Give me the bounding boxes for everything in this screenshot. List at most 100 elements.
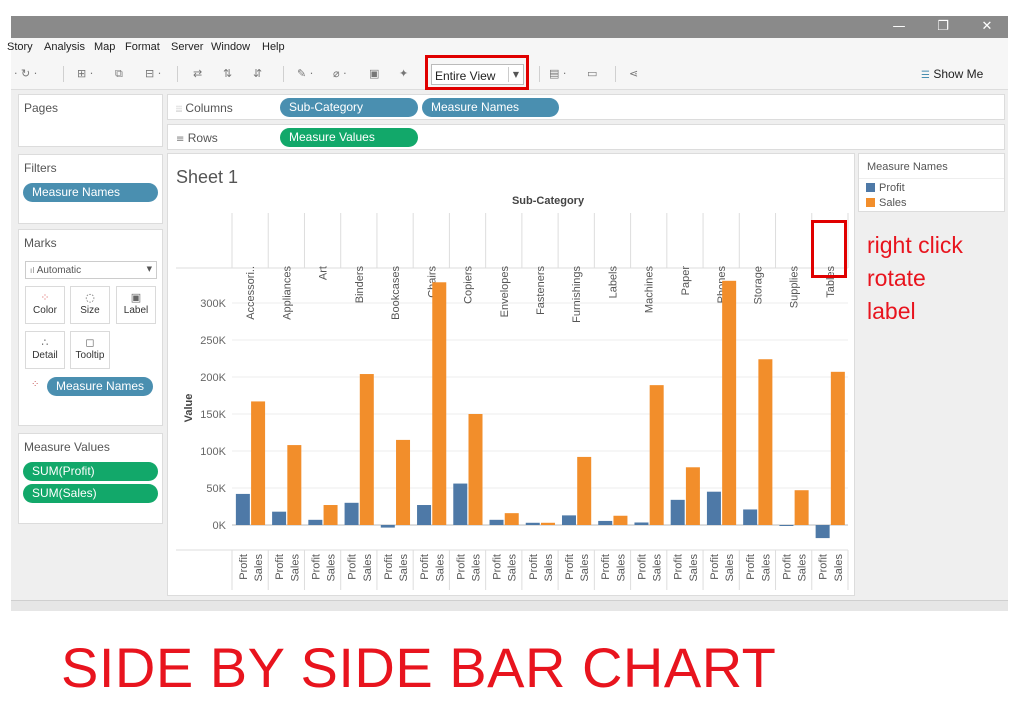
measure-label-sales-8: Sales xyxy=(543,554,555,582)
measure-label-sales-10: Sales xyxy=(615,554,627,582)
measure-label-sales-9: Sales xyxy=(579,554,591,582)
measure-label-profit-5: Profit xyxy=(419,554,431,580)
measure-label-sales-13: Sales xyxy=(724,554,736,582)
status-bar xyxy=(11,600,1008,611)
y-tick-label: 300K xyxy=(200,298,226,310)
measure-label-profit-13: Profit xyxy=(709,554,721,580)
tables-label-highlight-box xyxy=(811,220,847,278)
legend-card: Measure Names Profit Sales xyxy=(858,153,1005,212)
measure-label-sales-11: Sales xyxy=(652,554,664,582)
measure-label-sales-0: Sales xyxy=(253,554,265,582)
bar-sales-7 xyxy=(504,513,519,525)
bar-sales-4 xyxy=(396,439,411,525)
caption-title: SIDE BY SIDE BAR CHART xyxy=(61,636,777,699)
measure-label-sales-6: Sales xyxy=(471,554,483,582)
category-label-12: Paper xyxy=(680,266,692,296)
category-label-7: Envelopes xyxy=(499,266,511,318)
legend-label-profit: Profit xyxy=(879,182,905,194)
measure-label-profit-1: Profit xyxy=(274,554,286,580)
measure-label-sales-16: Sales xyxy=(833,554,845,582)
measure-label-profit-7: Profit xyxy=(492,554,504,580)
category-label-0: Accessori.. xyxy=(245,266,257,320)
bar-sales-14 xyxy=(758,359,773,525)
measure-label-sales-2: Sales xyxy=(326,554,338,582)
legend-swatch-sales xyxy=(866,198,875,207)
measure-label-profit-10: Profit xyxy=(600,554,612,580)
bar-sales-5 xyxy=(432,282,447,525)
legend-title: Measure Names xyxy=(867,161,948,173)
category-label-8: Fasteners xyxy=(535,266,547,315)
bar-sales-10 xyxy=(613,515,628,525)
bar-profit-5 xyxy=(417,505,432,525)
measure-label-profit-11: Profit xyxy=(636,554,648,580)
bar-profit-2 xyxy=(308,519,323,525)
measure-label-profit-8: Profit xyxy=(528,554,540,580)
measure-label-profit-14: Profit xyxy=(745,554,757,580)
bar-sales-16 xyxy=(830,371,845,525)
legend-swatch-profit xyxy=(866,183,875,192)
measure-label-profit-4: Profit xyxy=(383,554,395,580)
bar-sales-9 xyxy=(577,456,592,525)
measure-label-sales-7: Sales xyxy=(507,554,519,582)
y-tick-label: 200K xyxy=(200,372,226,384)
bar-profit-7 xyxy=(489,519,504,525)
category-label-4: Bookcases xyxy=(390,266,402,320)
measure-label-profit-2: Profit xyxy=(310,554,322,580)
category-label-11: Machines xyxy=(644,266,656,314)
y-tick-label: 0K xyxy=(213,520,227,532)
measure-label-profit-16: Profit xyxy=(818,554,830,580)
bar-profit-3 xyxy=(344,502,359,525)
measure-label-profit-0: Profit xyxy=(238,554,250,580)
y-tick-label: 50K xyxy=(206,483,226,495)
rotate-label-annotation: right click rotate label xyxy=(867,229,963,328)
annotation-line: right click xyxy=(867,232,963,258)
measure-label-sales-15: Sales xyxy=(797,554,809,582)
annotation-line: label xyxy=(867,298,916,324)
bar-sales-15 xyxy=(794,490,809,525)
bar-profit-0 xyxy=(235,493,250,525)
bar-sales-6 xyxy=(468,414,483,525)
bar-profit-11 xyxy=(634,522,649,525)
measure-label-sales-1: Sales xyxy=(289,554,301,582)
bar-sales-2 xyxy=(323,505,338,525)
x-axis-title: Sub-Category xyxy=(512,195,585,207)
bar-profit-8 xyxy=(525,522,540,525)
measure-label-profit-9: Profit xyxy=(564,554,576,580)
category-label-9: Furnishings xyxy=(571,266,583,323)
measure-label-profit-6: Profit xyxy=(455,554,467,580)
bar-profit-16 xyxy=(815,525,830,539)
bar-sales-12 xyxy=(685,467,700,525)
bar-sales-11 xyxy=(649,385,664,525)
y-axis-title: Value xyxy=(183,394,195,423)
bar-sales-8 xyxy=(540,522,555,525)
category-label-15: Supplies xyxy=(789,266,801,309)
measure-label-sales-4: Sales xyxy=(398,554,410,582)
measure-label-sales-3: Sales xyxy=(362,554,374,582)
y-tick-label: 250K xyxy=(200,335,226,347)
category-label-3: Binders xyxy=(354,266,366,304)
bar-profit-15 xyxy=(779,525,794,526)
bar-sales-0 xyxy=(251,401,266,525)
category-label-14: Storage xyxy=(752,266,764,305)
bar-sales-1 xyxy=(287,445,302,525)
bar-profit-14 xyxy=(743,509,758,525)
category-label-1: Appliances xyxy=(281,266,293,320)
measure-label-profit-12: Profit xyxy=(673,554,685,580)
bar-sales-3 xyxy=(359,374,374,525)
measure-label-sales-14: Sales xyxy=(760,554,772,582)
measure-label-profit-3: Profit xyxy=(347,554,359,580)
measure-label-profit-15: Profit xyxy=(781,554,793,580)
bar-profit-6 xyxy=(453,483,468,525)
legend-label-sales: Sales xyxy=(879,197,907,209)
category-label-2: Art xyxy=(318,266,330,280)
category-label-6: Copiers xyxy=(463,266,475,304)
measure-label-sales-12: Sales xyxy=(688,554,700,582)
bar-sales-13 xyxy=(722,280,737,525)
measure-label-sales-5: Sales xyxy=(434,554,446,582)
bar-profit-9 xyxy=(561,515,576,525)
bar-profit-1 xyxy=(272,511,287,525)
bar-profit-10 xyxy=(598,520,613,525)
y-tick-label: 150K xyxy=(200,409,226,421)
bar-profit-13 xyxy=(706,491,721,525)
bar-profit-12 xyxy=(670,499,685,525)
